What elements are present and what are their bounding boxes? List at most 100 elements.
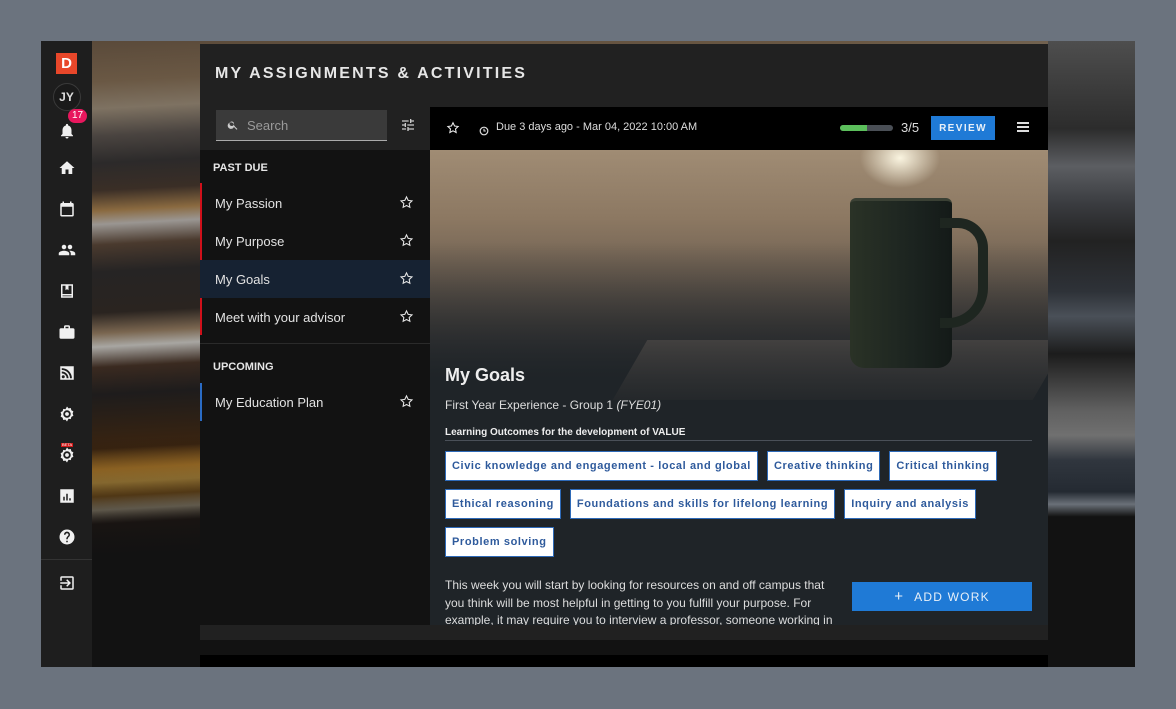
assignment-description: This week you will start by looking for … bbox=[445, 578, 833, 625]
list-item-label: My Passion bbox=[215, 195, 283, 211]
add-work-button[interactable]: + ADD WORK bbox=[852, 582, 1032, 611]
outcome-tag[interactable]: Critical thinking bbox=[889, 451, 997, 481]
hamburger-line bbox=[1017, 126, 1029, 128]
list-item-selected[interactable]: My Goals bbox=[200, 260, 430, 298]
beta-settings-icon bbox=[60, 447, 73, 462]
notification-badge: 17 bbox=[68, 109, 88, 123]
star-icon bbox=[399, 309, 414, 323]
list-item-label: My Purpose bbox=[215, 233, 285, 249]
nav-people[interactable] bbox=[41, 229, 92, 270]
help-icon bbox=[59, 529, 74, 544]
outcome-tag[interactable]: Civic knowledge and engagement - local a… bbox=[445, 451, 758, 481]
course-name: First Year Experience - Group 1 (FYE01) bbox=[445, 398, 661, 412]
filter-sliders-icon bbox=[402, 119, 414, 131]
section-upcoming: UPCOMING bbox=[213, 361, 274, 373]
analytics-icon bbox=[59, 488, 74, 503]
people-icon bbox=[58, 244, 75, 255]
star-icon bbox=[399, 233, 414, 247]
nav-analytics[interactable] bbox=[41, 475, 92, 516]
assignment-list: PAST DUE My Passion My Purpose My Goals … bbox=[200, 107, 430, 625]
cover-image-mug-handle bbox=[940, 218, 988, 328]
cover-image-mug bbox=[850, 198, 952, 368]
favorite-star-button[interactable] bbox=[399, 233, 414, 248]
star-icon bbox=[446, 121, 460, 134]
course-code: (FYE01) bbox=[616, 398, 662, 412]
assignments-panel: MY ASSIGNMENTS & ACTIVITIES PAST DUE My … bbox=[200, 44, 1048, 640]
star-icon bbox=[399, 394, 414, 408]
nav-home[interactable] bbox=[41, 147, 92, 188]
progress-label: 3/5 bbox=[901, 120, 920, 135]
list-item-label: Meet with your advisor bbox=[215, 309, 346, 325]
calendar-icon bbox=[59, 201, 74, 216]
search-input[interactable] bbox=[247, 117, 377, 133]
favorite-star-button[interactable] bbox=[446, 121, 460, 135]
favorite-star-button[interactable] bbox=[399, 195, 414, 210]
list-item[interactable]: My Passion bbox=[200, 184, 430, 222]
app-logo[interactable]: D bbox=[56, 53, 77, 74]
user-avatar[interactable]: JY bbox=[52, 83, 81, 111]
cover-image bbox=[430, 150, 1048, 400]
home-icon bbox=[59, 160, 74, 174]
assignment-detail: Due 3 days ago - Mar 04, 2022 10:00 AM 3… bbox=[430, 107, 1048, 625]
review-button[interactable]: REVIEW bbox=[931, 116, 995, 140]
heading-underline bbox=[445, 440, 1032, 441]
search-icon bbox=[227, 121, 238, 130]
section-divider bbox=[200, 343, 430, 344]
favorite-star-button[interactable] bbox=[399, 271, 414, 286]
section-past-due: PAST DUE bbox=[213, 162, 268, 174]
sidebar-nav: D JY 17 BETA bbox=[41, 41, 92, 667]
outcome-tag[interactable]: Ethical reasoning bbox=[445, 489, 561, 519]
list-item-label: My Goals bbox=[215, 271, 270, 287]
list-item[interactable]: My Education Plan bbox=[200, 383, 430, 421]
star-icon bbox=[399, 271, 414, 285]
bell-icon bbox=[60, 123, 73, 139]
app-window: D JY 17 BETA MY ASSIGNMENTS & ACTIVITIES… bbox=[41, 41, 1135, 667]
book-icon bbox=[60, 283, 73, 298]
briefcase-icon bbox=[59, 324, 74, 339]
outcome-tag[interactable]: Foundations and skills for lifelong lear… bbox=[569, 489, 836, 519]
list-item[interactable]: Meet with your advisor bbox=[200, 298, 430, 336]
outcome-tag[interactable]: Inquiry and analysis bbox=[844, 489, 976, 519]
due-date: Due 3 days ago - Mar 04, 2022 10:00 AM bbox=[496, 121, 698, 133]
nav-beta-settings[interactable]: BETA bbox=[41, 434, 92, 475]
search-field[interactable] bbox=[216, 110, 387, 141]
background-image-right bbox=[1048, 41, 1135, 667]
page-title: MY ASSIGNMENTS & ACTIVITIES bbox=[215, 65, 528, 82]
progress-bar bbox=[840, 125, 893, 131]
next-panel-edge bbox=[200, 655, 1048, 667]
settings-icon bbox=[60, 406, 73, 421]
outcome-tag[interactable]: Problem solving bbox=[445, 527, 554, 557]
learning-outcome-tags: Civic knowledge and engagement - local a… bbox=[445, 451, 1035, 565]
nav-courses[interactable] bbox=[41, 270, 92, 311]
learning-outcomes-heading: Learning Outcomes for the development of… bbox=[445, 427, 686, 438]
rss-feed-icon bbox=[59, 365, 74, 380]
list-item[interactable]: My Purpose bbox=[200, 222, 430, 260]
filter-button[interactable] bbox=[400, 117, 416, 133]
star-icon bbox=[399, 195, 414, 209]
menu-button[interactable] bbox=[1017, 122, 1029, 134]
favorite-star-button[interactable] bbox=[399, 394, 414, 409]
favorite-star-button[interactable] bbox=[399, 309, 414, 324]
assignment-title: My Goals bbox=[445, 365, 526, 385]
nav-help[interactable] bbox=[41, 516, 92, 557]
hamburger-menu-icon bbox=[1017, 122, 1029, 124]
nav-settings[interactable] bbox=[41, 393, 92, 434]
list-item-label: My Education Plan bbox=[215, 394, 324, 410]
beta-label: BETA bbox=[61, 442, 74, 447]
progress-fill bbox=[840, 125, 867, 131]
search-row bbox=[200, 107, 430, 150]
nav-portfolio[interactable] bbox=[41, 311, 92, 352]
hamburger-line bbox=[1017, 130, 1029, 132]
detail-toolbar: Due 3 days ago - Mar 04, 2022 10:00 AM 3… bbox=[430, 107, 1048, 150]
clock-icon bbox=[479, 123, 489, 136]
nav-logout[interactable] bbox=[41, 562, 92, 603]
notifications-button[interactable]: 17 bbox=[41, 109, 92, 147]
logout-icon bbox=[59, 575, 74, 590]
nav-divider bbox=[41, 559, 92, 560]
nav-calendar[interactable] bbox=[41, 188, 92, 229]
nav-feed[interactable] bbox=[41, 352, 92, 393]
plus-icon: + bbox=[894, 588, 905, 605]
cover-image-book bbox=[612, 340, 1048, 400]
outcome-tag[interactable]: Creative thinking bbox=[766, 451, 881, 481]
course-title: First Year Experience - Group 1 bbox=[445, 398, 614, 412]
